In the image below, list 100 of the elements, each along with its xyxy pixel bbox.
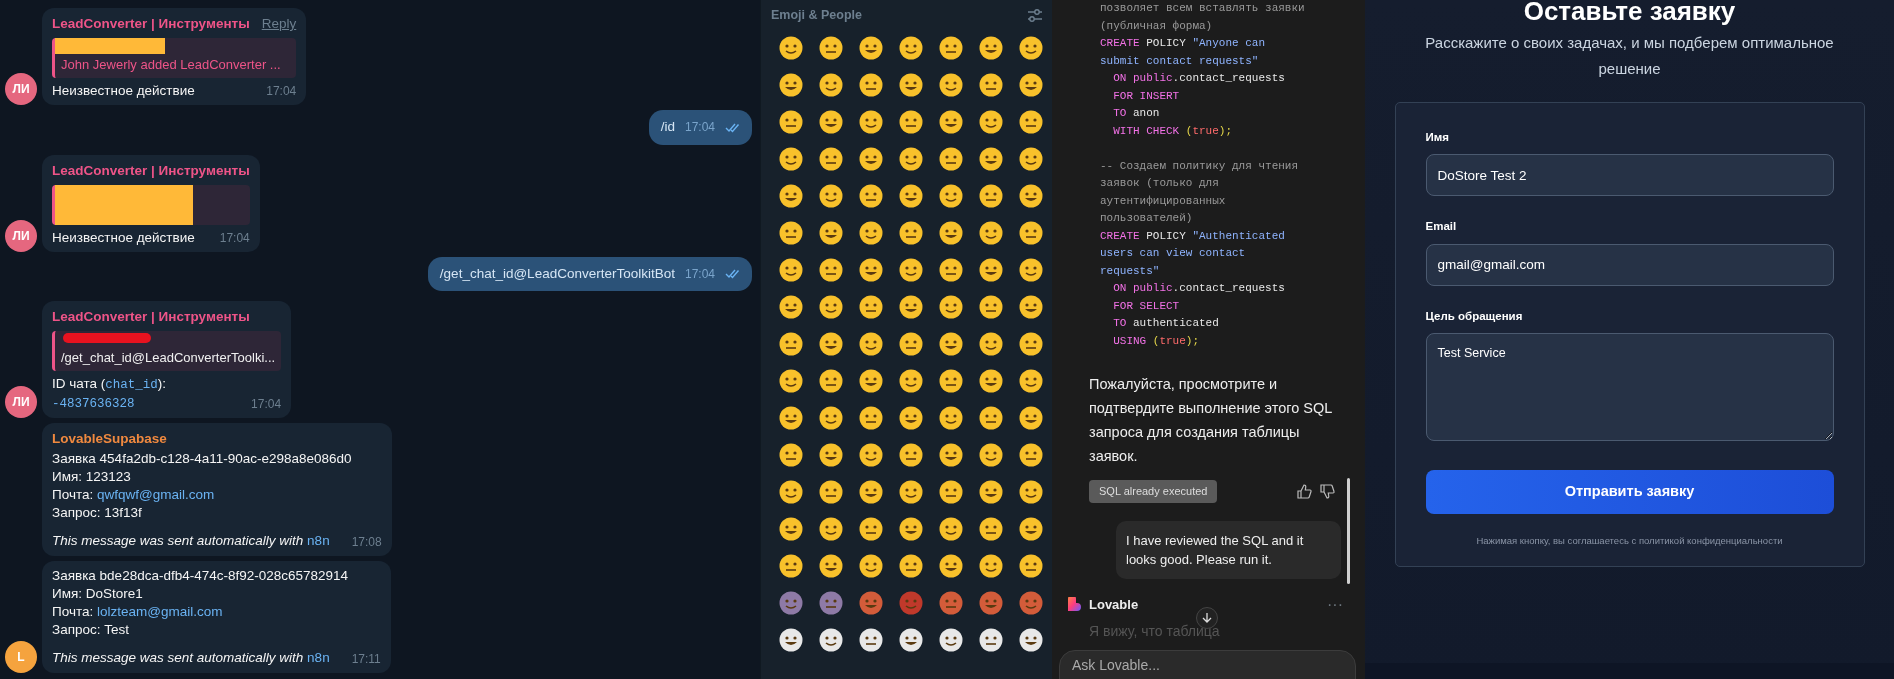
emoji-icon[interactable]: [859, 332, 883, 356]
emoji-icon[interactable]: [939, 36, 963, 60]
emoji-icon[interactable]: [979, 369, 1003, 393]
emoji-icon[interactable]: [859, 517, 883, 541]
emoji-icon[interactable]: [819, 295, 843, 319]
emoji-icon[interactable]: [899, 258, 923, 282]
emoji-icon[interactable]: [979, 36, 1003, 60]
emoji-icon[interactable]: [939, 443, 963, 467]
emoji-icon[interactable]: [819, 369, 843, 393]
emoji-icon[interactable]: [779, 295, 803, 319]
emoji-icon[interactable]: [819, 443, 843, 467]
emoji-icon[interactable]: [859, 480, 883, 504]
emoji-icon[interactable]: [979, 73, 1003, 97]
emoji-icon[interactable]: [979, 221, 1003, 245]
emoji-icon[interactable]: [899, 332, 923, 356]
reply-quote[interactable]: /get_chat_id@LeadConverterToolki...: [52, 331, 282, 372]
emoji-icon[interactable]: [899, 628, 923, 652]
emoji-icon[interactable]: [979, 147, 1003, 171]
emoji-icon[interactable]: [899, 369, 923, 393]
emoji-icon[interactable]: [939, 554, 963, 578]
submit-button[interactable]: Отправить заявку: [1425, 469, 1834, 514]
emoji-icon[interactable]: [1019, 369, 1043, 393]
emoji-icon[interactable]: [1019, 184, 1043, 208]
link[interactable]: qwfqwf@gmail.com: [97, 486, 215, 502]
emoji-icon[interactable]: [779, 36, 803, 60]
emoji-icon[interactable]: [979, 184, 1003, 208]
emoji-icon[interactable]: [939, 332, 963, 356]
emoji-icon[interactable]: [899, 406, 923, 430]
emoji-icon[interactable]: [1019, 406, 1043, 430]
link[interactable]: lolzteam@gmail.com: [97, 603, 223, 619]
emoji-icon[interactable]: [1019, 36, 1043, 60]
emoji-icon[interactable]: [779, 332, 803, 356]
emoji-icon[interactable]: [979, 332, 1003, 356]
emoji-icon[interactable]: [779, 480, 803, 504]
emoji-icon[interactable]: [899, 295, 923, 319]
thumbs-down-icon[interactable]: [1320, 483, 1335, 499]
emoji-icon[interactable]: [939, 406, 963, 430]
thumbs-up-icon[interactable]: [1297, 483, 1312, 499]
emoji-icon[interactable]: [899, 36, 923, 60]
emoji-icon[interactable]: [779, 184, 803, 208]
emoji-icon[interactable]: [1019, 295, 1043, 319]
emoji-icon[interactable]: [859, 221, 883, 245]
emoji-icon[interactable]: [939, 369, 963, 393]
emoji-icon[interactable]: [779, 554, 803, 578]
emoji-icon[interactable]: [939, 110, 963, 134]
emoji-icon[interactable]: [1019, 147, 1043, 171]
emoji-icon[interactable]: [899, 517, 923, 541]
emoji-icon[interactable]: [779, 406, 803, 430]
emoji-icon[interactable]: [899, 184, 923, 208]
reply-quote[interactable]: [52, 184, 250, 225]
emoji-icon[interactable]: [859, 628, 883, 652]
emoji-icon[interactable]: [939, 184, 963, 208]
emoji-icon[interactable]: [1019, 480, 1043, 504]
emoji-icon[interactable]: [979, 406, 1003, 430]
emoji-icon[interactable]: [859, 147, 883, 171]
emoji-icon[interactable]: [859, 184, 883, 208]
emoji-icon[interactable]: [939, 517, 963, 541]
emoji-icon[interactable]: [779, 443, 803, 467]
emoji-icon[interactable]: [1019, 258, 1043, 282]
reply-link[interactable]: Reply: [261, 14, 297, 35]
emoji-icon[interactable]: [859, 443, 883, 467]
emoji-icon[interactable]: [979, 517, 1003, 541]
emoji-icon[interactable]: [1019, 221, 1043, 245]
emoji-icon[interactable]: [1019, 73, 1043, 97]
emoji-icon[interactable]: [939, 147, 963, 171]
emoji-icon[interactable]: [939, 221, 963, 245]
emoji-icon[interactable]: [899, 480, 923, 504]
emoji-icon[interactable]: [979, 110, 1003, 134]
emoji-icon[interactable]: [899, 554, 923, 578]
emoji-icon[interactable]: [819, 110, 843, 134]
emoji-icon[interactable]: [859, 258, 883, 282]
emoji-icon[interactable]: [979, 443, 1003, 467]
reply-quote[interactable]: John Jewerly added LeadConverter ...: [52, 38, 297, 79]
emoji-icon[interactable]: [859, 406, 883, 430]
chat-input[interactable]: Ask Lovable...: [1059, 650, 1356, 679]
emoji-icon[interactable]: [1019, 517, 1043, 541]
emoji-icon[interactable]: [779, 369, 803, 393]
emoji-icon[interactable]: [779, 258, 803, 282]
emoji-icon[interactable]: [939, 73, 963, 97]
emoji-icon[interactable]: [859, 73, 883, 97]
emoji-icon[interactable]: [819, 517, 843, 541]
emoji-icon[interactable]: [779, 628, 803, 652]
emoji-icon[interactable]: [859, 110, 883, 134]
emoji-icon[interactable]: [979, 258, 1003, 282]
emoji-icon[interactable]: [819, 480, 843, 504]
emoji-icon[interactable]: [779, 110, 803, 134]
emoji-icon[interactable]: [979, 295, 1003, 319]
settings-icon[interactable]: [1026, 7, 1044, 23]
emoji-icon[interactable]: [1019, 110, 1043, 134]
emoji-icon[interactable]: [979, 554, 1003, 578]
emoji-icon[interactable]: [819, 147, 843, 171]
emoji-icon[interactable]: [819, 258, 843, 282]
emoji-icon[interactable]: [899, 443, 923, 467]
emoji-icon[interactable]: [859, 554, 883, 578]
text-area[interactable]: Test Service: [1425, 332, 1834, 441]
emoji-icon[interactable]: [819, 406, 843, 430]
emoji-icon[interactable]: [859, 369, 883, 393]
emoji-icon[interactable]: [779, 147, 803, 171]
emoji-icon[interactable]: [899, 73, 923, 97]
emoji-icon[interactable]: [819, 221, 843, 245]
